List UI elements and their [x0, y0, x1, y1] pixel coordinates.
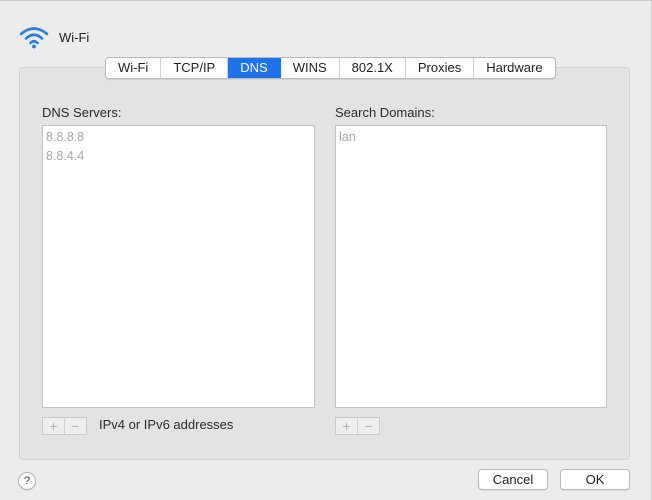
- dns-servers-list[interactable]: 8.8.8.8 8.8.4.4: [42, 125, 315, 408]
- tab-proxies[interactable]: Proxies: [406, 58, 475, 78]
- help-button[interactable]: ?: [18, 472, 36, 490]
- tab-bar: Wi-Fi TCP/IP DNS WINS 802.1X Proxies Har…: [105, 57, 556, 79]
- list-item[interactable]: 8.8.4.4: [46, 147, 311, 166]
- dns-servers-label: DNS Servers:: [42, 105, 122, 120]
- dns-remove-button[interactable]: −: [64, 418, 86, 434]
- header: Wi-Fi: [18, 24, 89, 50]
- window-top-edge: [0, 0, 652, 1]
- tab-wins[interactable]: WINS: [281, 58, 340, 78]
- cancel-button[interactable]: Cancel: [478, 469, 548, 490]
- dns-hint-text: IPv4 or IPv6 addresses: [99, 417, 234, 432]
- list-item[interactable]: lan: [339, 128, 603, 147]
- search-remove-button[interactable]: −: [357, 418, 379, 434]
- tab-8021x[interactable]: 802.1X: [340, 58, 406, 78]
- list-item[interactable]: 8.8.8.8: [46, 128, 311, 147]
- ok-button[interactable]: OK: [560, 469, 630, 490]
- tab-wifi[interactable]: Wi-Fi: [106, 58, 162, 78]
- header-title: Wi-Fi: [59, 29, 90, 45]
- dns-add-button[interactable]: +: [43, 418, 64, 434]
- tab-dns[interactable]: DNS: [228, 58, 281, 78]
- tab-hardware[interactable]: Hardware: [474, 58, 554, 78]
- search-domains-label: Search Domains:: [335, 105, 435, 120]
- tab-tcpip[interactable]: TCP/IP: [161, 58, 229, 78]
- search-add-button[interactable]: +: [336, 418, 357, 434]
- wifi-icon: [19, 27, 49, 49]
- search-add-remove-control: + −: [335, 417, 380, 435]
- search-domains-list[interactable]: lan: [335, 125, 607, 408]
- dns-add-remove-control: + −: [42, 417, 87, 435]
